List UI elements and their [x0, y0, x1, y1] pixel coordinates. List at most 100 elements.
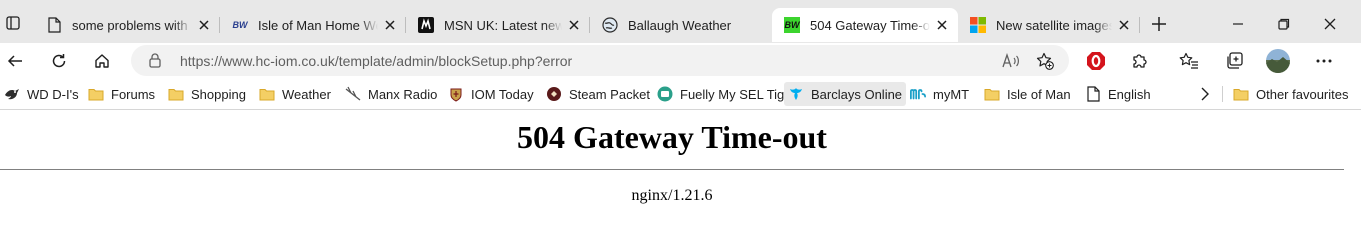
bookmark-wd-dis[interactable]: WD D-I's	[0, 82, 83, 106]
msn-icon	[418, 17, 434, 33]
chevron-right-icon	[1201, 87, 1209, 101]
tab-actions-menu-button[interactable]	[0, 8, 26, 38]
divider	[0, 169, 1344, 170]
document-icon	[1085, 86, 1101, 102]
folder-icon	[168, 86, 184, 102]
bookmark-label: Weather	[282, 86, 331, 102]
tab-title: Isle of Man Home Wea	[258, 17, 378, 33]
add-favourite-button[interactable]	[1032, 48, 1058, 74]
settings-more-button[interactable]	[1309, 46, 1339, 76]
tab-title: some problems with p	[72, 17, 192, 33]
read-aloud-button[interactable]	[998, 48, 1024, 74]
restore-button[interactable]	[1261, 6, 1307, 42]
restore-icon	[1278, 18, 1290, 30]
tab-isle-of-man-home-weather[interactable]: BW Isle of Man Home Wea	[220, 8, 406, 42]
folder-icon	[1233, 86, 1249, 102]
tab-actions-icon	[6, 16, 20, 30]
star-add-icon	[1036, 52, 1054, 70]
folder-icon	[88, 86, 104, 102]
steam-packet-icon	[546, 86, 562, 102]
home-button[interactable]	[87, 46, 117, 76]
navigation-toolbar: https://www.hc-iom.co.uk/template/admin/…	[0, 43, 1361, 78]
crest-icon	[448, 86, 464, 102]
other-favourites-folder[interactable]: Other favourites	[1229, 82, 1353, 106]
favourites-divider	[1222, 86, 1223, 102]
favourites-bar: WD D-I's Forums Shopping Weather Manx Ra…	[0, 78, 1361, 110]
globe-weather-icon	[602, 17, 618, 33]
bookmark-mymt[interactable]: myMT	[906, 82, 973, 106]
fuelly-icon	[657, 86, 673, 102]
bw-logo-icon: BW	[232, 20, 248, 30]
bookmark-label: Manx Radio	[368, 86, 438, 102]
bookmark-label: Shopping	[191, 86, 246, 102]
collections-button[interactable]	[1219, 46, 1249, 76]
tab-msn-uk[interactable]: MSN UK: Latest news,	[406, 8, 590, 42]
bookmark-barclays-online[interactable]: Barclays Online	[784, 82, 907, 106]
close-window-button[interactable]	[1307, 6, 1353, 42]
tab-504-gateway-timeout[interactable]: BW 504 Gateway Time-out	[772, 8, 958, 42]
collections-icon	[1227, 52, 1243, 69]
bookmark-label: Fuelly My SEL Tig	[680, 86, 785, 102]
folder-icon	[259, 86, 275, 102]
close-tab-icon[interactable]	[930, 13, 954, 37]
bookmark-forums[interactable]: Forums	[84, 82, 159, 106]
favourites-button[interactable]	[1174, 46, 1204, 76]
avatar	[1266, 49, 1290, 73]
bookmark-iom-today[interactable]: IOM Today	[444, 82, 538, 106]
minimize-button[interactable]	[1215, 6, 1261, 42]
more-dots-icon	[1316, 59, 1332, 63]
close-icon	[1324, 18, 1336, 30]
bookmark-isle-of-man[interactable]: Isle of Man	[980, 82, 1075, 106]
bookmark-manx-radio[interactable]: Manx Radio	[341, 82, 441, 106]
refresh-icon	[52, 54, 66, 68]
vertical-scrollbar[interactable]	[1347, 111, 1361, 249]
extensions-button[interactable]	[1125, 46, 1155, 76]
tab-ballaugh-weather[interactable]: Ballaugh Weather	[590, 8, 772, 42]
tab-title: 504 Gateway Time-out	[810, 17, 930, 33]
eagle-icon	[788, 86, 804, 102]
bookmark-shopping[interactable]: Shopping	[164, 82, 250, 106]
bookmark-label: Forums	[111, 86, 156, 102]
mymt-icon	[910, 86, 926, 102]
bookmark-label: IOM Today	[471, 86, 534, 102]
bird-icon	[4, 86, 20, 102]
lock-icon[interactable]	[149, 53, 161, 73]
tab-title: New satellite images c	[996, 17, 1112, 33]
back-button[interactable]	[0, 46, 30, 76]
adblock-extension-button[interactable]	[1081, 46, 1111, 76]
folder-icon	[984, 86, 1000, 102]
address-bar[interactable]: https://www.hc-iom.co.uk/template/admin/…	[131, 45, 1069, 76]
home-icon	[95, 54, 109, 68]
bookmark-steam-packet[interactable]: Steam Packet	[542, 82, 654, 106]
bookmark-label: English	[1108, 86, 1151, 102]
profile-button[interactable]	[1263, 46, 1293, 76]
read-aloud-icon	[1002, 53, 1019, 68]
refresh-button[interactable]	[44, 46, 74, 76]
close-tab-icon[interactable]	[192, 13, 216, 37]
tab-divider	[1139, 17, 1140, 33]
bookmark-fuelly[interactable]: Fuelly My SEL Tig	[653, 82, 788, 106]
server-signature: nginx/1.21.6	[631, 187, 713, 204]
adblock-icon	[1087, 52, 1105, 70]
new-tab-button[interactable]	[1145, 10, 1173, 38]
back-arrow-icon	[7, 55, 22, 67]
radio-wave-icon	[345, 86, 361, 102]
tab-bar: some problems with p BW Isle of Man Home…	[0, 0, 1361, 43]
bookmark-english[interactable]: English	[1081, 82, 1155, 106]
bw-green-logo-icon: BW	[784, 17, 800, 33]
tab-title: MSN UK: Latest news,	[444, 17, 562, 33]
close-tab-icon[interactable]	[378, 13, 402, 37]
close-tab-icon[interactable]	[1112, 13, 1136, 37]
bookmark-label: Isle of Man	[1007, 86, 1071, 102]
tab-new-satellite-images[interactable]: New satellite images c	[958, 8, 1140, 42]
url-text[interactable]: https://www.hc-iom.co.uk/template/admin/…	[180, 53, 572, 69]
puzzle-icon	[1133, 54, 1147, 68]
close-tab-icon[interactable]	[562, 13, 586, 37]
page-content: 504 Gateway Time-out nginx/1.21.6	[0, 111, 1361, 249]
bookmark-label: Steam Packet	[569, 86, 650, 102]
windows-logo-icon	[970, 17, 986, 33]
tab-some-problems[interactable]: some problems with p	[34, 8, 220, 42]
more-favourites-chevron[interactable]	[1195, 84, 1215, 104]
bookmark-label: WD D-I's	[27, 86, 79, 102]
bookmark-weather[interactable]: Weather	[255, 82, 335, 106]
